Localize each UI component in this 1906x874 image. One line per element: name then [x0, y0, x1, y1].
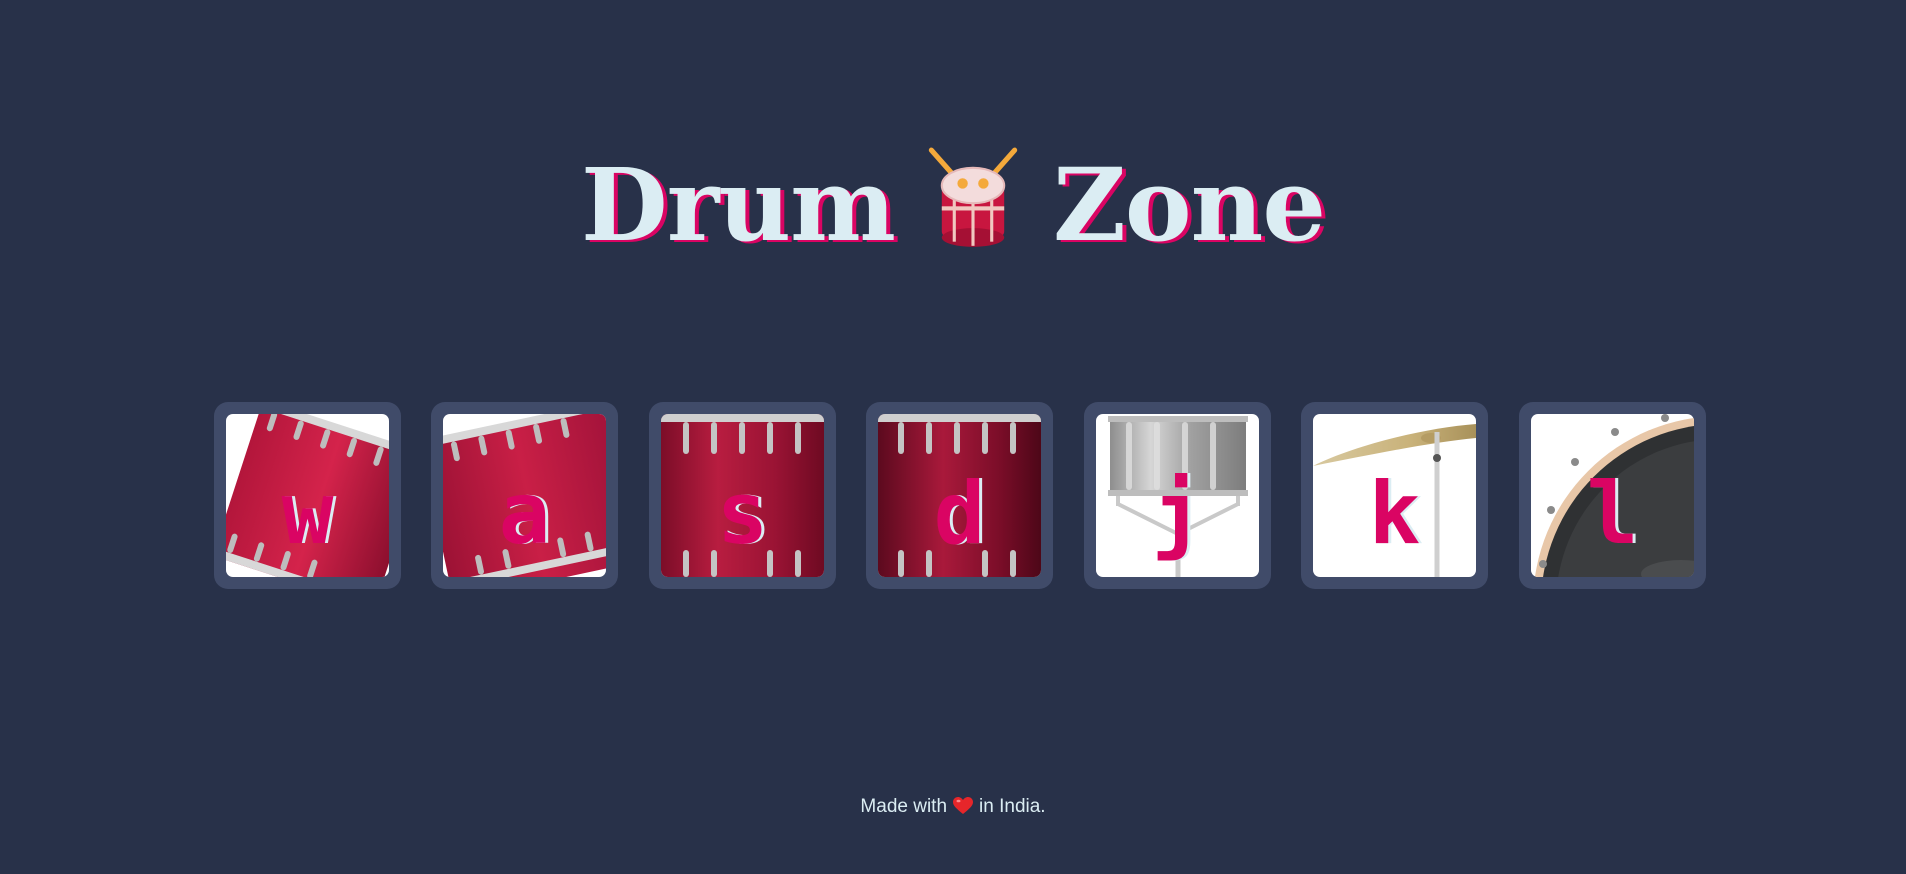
drum-key-label: d [933, 464, 986, 564]
drum-pad: k [1313, 414, 1476, 577]
footer: Made with in India. [0, 794, 1906, 820]
footer-prefix: Made with [860, 796, 948, 817]
page-title: Drum Zone [0, 145, 1906, 265]
drum-key-label: a [498, 464, 551, 564]
footer-suffix: in India. [979, 796, 1046, 817]
drum-pad: s [661, 414, 824, 577]
drum-icon [928, 147, 1018, 247]
drum-pad: w [226, 414, 389, 577]
drum-pad: a [443, 414, 606, 577]
drum-pad: d [878, 414, 1041, 577]
drum-key-label: w [281, 464, 334, 564]
drum-button-j[interactable]: j [1084, 402, 1271, 589]
drum-key-label: s [716, 464, 769, 564]
title-drum: Drum [581, 146, 896, 264]
drum-key-label: j [1151, 464, 1204, 564]
drum-button-d[interactable]: d [866, 402, 1053, 589]
drum-button-w[interactable]: w [214, 402, 401, 589]
drum-key-label: k [1368, 464, 1421, 564]
drum-key-label: l [1586, 464, 1639, 564]
drum-pad: l [1531, 414, 1694, 577]
drum-button-l[interactable]: l [1519, 402, 1706, 589]
drum-pad: j [1096, 414, 1259, 577]
title-zone: Zone [1052, 146, 1326, 264]
heart-icon [953, 797, 974, 814]
drum-button-s[interactable]: s [649, 402, 836, 589]
drum-set: w a s d j k l [214, 402, 1706, 589]
drum-button-a[interactable]: a [431, 402, 618, 589]
drum-button-k[interactable]: k [1301, 402, 1488, 589]
